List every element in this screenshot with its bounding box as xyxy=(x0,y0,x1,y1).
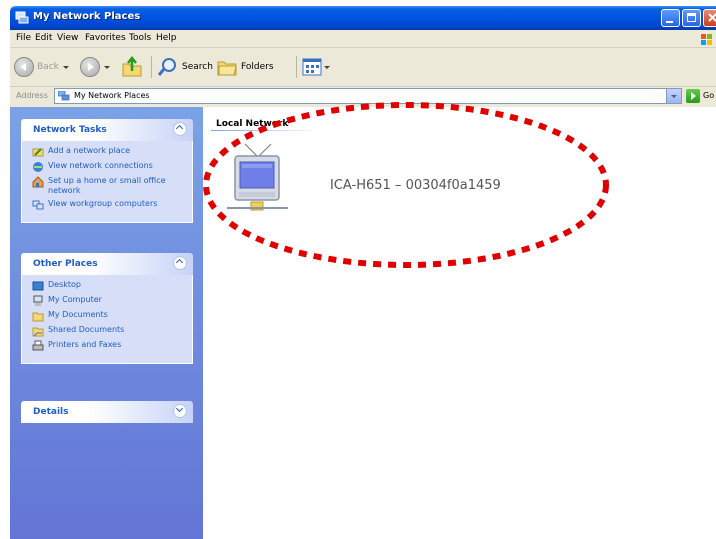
panel-title: Network Tasks xyxy=(33,125,107,135)
details-header[interactable]: Details xyxy=(21,401,193,423)
printer-icon xyxy=(32,340,44,351)
place-label: My Computer xyxy=(48,295,102,304)
maximize-button[interactable] xyxy=(682,9,701,27)
back-arrow-icon xyxy=(14,57,34,77)
task-pane: Network Tasks Add a network place View n… xyxy=(10,107,203,539)
other-places-panel: Other Places Desktop My Computer My Docu… xyxy=(21,253,193,364)
place-label: Desktop xyxy=(48,280,81,289)
address-dropdown-button[interactable] xyxy=(666,89,681,103)
explorer-window: My Network Places File Edit View Favorit… xyxy=(10,6,716,539)
collapse-icon[interactable] xyxy=(173,122,187,136)
search-label: Search xyxy=(182,62,213,72)
menu-help[interactable]: Help xyxy=(156,33,177,43)
network-tasks-header[interactable]: Network Tasks xyxy=(21,119,193,141)
up-folder-button[interactable] xyxy=(121,54,143,80)
folders-icon xyxy=(217,61,237,76)
menu-edit[interactable]: Edit xyxy=(35,33,52,43)
place-my-computer[interactable]: My Computer xyxy=(32,295,186,307)
network-tasks-panel: Network Tasks Add a network place View n… xyxy=(21,119,193,223)
title-bar[interactable]: My Network Places xyxy=(10,6,716,30)
forward-button[interactable] xyxy=(80,54,110,80)
expand-icon[interactable] xyxy=(173,404,187,418)
search-icon xyxy=(157,58,176,76)
search-button[interactable]: Search xyxy=(157,54,213,80)
shared-folder-icon xyxy=(32,327,44,337)
collapse-icon[interactable] xyxy=(173,256,187,270)
home-network-icon xyxy=(32,176,44,188)
add-network-place-icon xyxy=(32,148,44,157)
chevron-down-icon xyxy=(104,65,110,69)
task-add-network-place[interactable]: Add a network place xyxy=(32,146,186,158)
windows-flag-icon xyxy=(701,34,712,45)
menu-favorites[interactable]: Favorites xyxy=(85,33,126,43)
go-button[interactable] xyxy=(686,89,700,103)
panel-title: Other Places xyxy=(33,259,98,269)
place-desktop[interactable]: Desktop xyxy=(32,280,186,292)
menu-bar: File Edit View Favorites Tools Help xyxy=(10,30,716,48)
place-my-documents[interactable]: My Documents xyxy=(32,310,186,322)
panel-title: Details xyxy=(33,407,69,417)
place-label: My Documents xyxy=(48,310,108,319)
back-button[interactable]: Back xyxy=(14,54,69,80)
desktop-icon xyxy=(32,281,44,291)
menu-file[interactable]: File xyxy=(16,33,31,43)
other-places-body: Desktop My Computer My Documents Shared … xyxy=(21,275,193,364)
minimize-button[interactable] xyxy=(661,9,680,27)
folders-button[interactable]: Folders xyxy=(216,54,274,80)
toolbar-separator xyxy=(151,56,152,78)
standard-toolbar: Back Search Folders xyxy=(10,48,716,87)
task-label: View network connections xyxy=(48,161,153,170)
go-label[interactable]: Go xyxy=(703,91,714,100)
chevron-down-icon xyxy=(324,65,330,69)
task-view-network-connections[interactable]: View network connections xyxy=(32,161,186,173)
network-places-icon xyxy=(58,91,70,101)
views-icon xyxy=(302,58,322,76)
close-icon xyxy=(708,13,716,22)
network-connections-icon xyxy=(33,162,43,172)
place-label: Printers and Faxes xyxy=(48,340,122,349)
up-folder-icon xyxy=(122,56,142,77)
window-title: My Network Places xyxy=(33,11,141,22)
forward-arrow-icon xyxy=(80,57,100,77)
computer-icon xyxy=(33,295,43,306)
highlight-annotation-oval xyxy=(203,102,609,268)
task-label: Add a network place xyxy=(48,146,131,155)
back-label: Back xyxy=(37,62,59,72)
task-setup-home-network[interactable]: Set up a home or small office network xyxy=(32,176,186,196)
task-label: Set up a home or small office network xyxy=(48,176,166,195)
task-view-workgroup-computers[interactable]: View workgroup computers xyxy=(32,199,186,211)
menu-tools[interactable]: Tools xyxy=(129,33,151,43)
views-button[interactable] xyxy=(302,54,330,80)
toolbar-separator xyxy=(296,56,297,78)
place-printers-faxes[interactable]: Printers and Faxes xyxy=(32,340,186,352)
menu-view[interactable]: View xyxy=(57,33,78,43)
address-value: My Network Places xyxy=(74,91,150,100)
task-label: View workgroup computers xyxy=(48,199,158,208)
network-tasks-body: Add a network place View network connect… xyxy=(21,141,193,223)
close-button[interactable] xyxy=(703,9,716,27)
folders-label: Folders xyxy=(241,62,274,72)
place-label: Shared Documents xyxy=(48,325,125,334)
documents-folder-icon xyxy=(32,312,44,322)
details-panel: Details xyxy=(21,401,193,423)
workgroup-icon xyxy=(32,200,44,210)
network-places-icon xyxy=(15,11,29,24)
place-shared-documents[interactable]: Shared Documents xyxy=(32,325,186,337)
other-places-header[interactable]: Other Places xyxy=(21,253,193,275)
chevron-down-icon xyxy=(62,65,69,69)
address-label: Address xyxy=(16,91,48,100)
